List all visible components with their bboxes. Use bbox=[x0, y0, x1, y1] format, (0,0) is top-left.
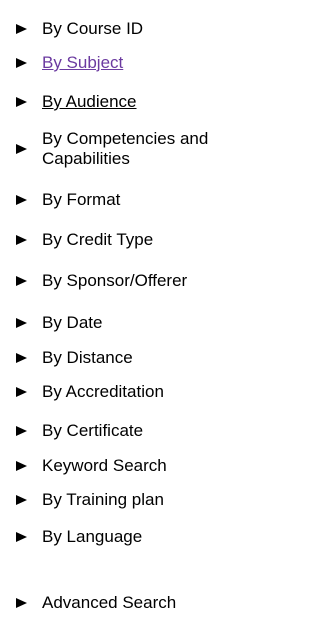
menu-item-label: By Training plan bbox=[42, 490, 164, 509]
menu-item-by-training-plan[interactable]: By Training plan bbox=[16, 490, 164, 510]
menu-item-by-credit-type[interactable]: By Credit Type bbox=[16, 230, 153, 250]
menu-item-label: By Subject bbox=[42, 53, 124, 72]
menu-item-by-course-id[interactable]: By Course ID bbox=[16, 19, 143, 39]
menu-item-by-audience[interactable]: By Audience bbox=[16, 92, 137, 112]
menu-item-label: By Competencies and Capabilities bbox=[42, 129, 209, 168]
menu-item-label: By Date bbox=[42, 313, 103, 332]
menu-item-label: By Sponsor/Offerer bbox=[42, 271, 188, 290]
menu-item-by-accreditation[interactable]: By Accreditation bbox=[16, 382, 164, 402]
right-arrow-icon bbox=[16, 235, 27, 245]
right-arrow-icon bbox=[16, 195, 27, 205]
menu-item-by-date[interactable]: By Date bbox=[16, 313, 102, 333]
menu-item-label: By Audience bbox=[42, 92, 137, 111]
right-arrow-icon bbox=[16, 318, 27, 328]
menu-item-label: Keyword Search bbox=[42, 456, 167, 475]
menu-item-label: By Language bbox=[42, 527, 143, 546]
menu-item-by-language[interactable]: By Language bbox=[16, 527, 142, 547]
right-arrow-icon bbox=[16, 97, 27, 107]
menu-item-by-format[interactable]: By Format bbox=[16, 190, 120, 210]
right-arrow-icon bbox=[16, 387, 27, 397]
menu-item-advanced-search[interactable]: Advanced Search bbox=[16, 593, 176, 613]
menu-item-keyword-search[interactable]: Keyword Search bbox=[16, 456, 167, 476]
menu-item-label: By Course ID bbox=[42, 19, 144, 38]
menu-item-label: By Distance bbox=[42, 348, 133, 367]
menu-item-label: By Certificate bbox=[42, 421, 144, 440]
right-arrow-icon bbox=[16, 58, 27, 68]
menu-item-by-sponsor-offerer[interactable]: By Sponsor/Offerer bbox=[16, 271, 187, 291]
search-options-menu: By Course ID By Subject By Audience By C… bbox=[0, 0, 298, 629]
right-arrow-icon bbox=[16, 426, 27, 436]
menu-item-label: By Format bbox=[42, 190, 121, 209]
menu-item-by-competencies-and-capabilities[interactable]: By Competencies and Capabilities bbox=[16, 129, 282, 169]
right-arrow-icon bbox=[16, 495, 27, 505]
right-arrow-icon bbox=[16, 144, 27, 154]
menu-item-by-certificate[interactable]: By Certificate bbox=[16, 421, 143, 441]
right-arrow-icon bbox=[16, 461, 27, 471]
right-arrow-icon bbox=[16, 532, 27, 542]
menu-item-label: By Accreditation bbox=[42, 382, 164, 401]
right-arrow-icon bbox=[16, 276, 27, 286]
menu-item-label: Advanced Search bbox=[42, 593, 177, 612]
menu-item-label: By Credit Type bbox=[42, 230, 154, 249]
right-arrow-icon bbox=[16, 598, 27, 608]
right-arrow-icon bbox=[16, 353, 27, 363]
menu-item-by-distance[interactable]: By Distance bbox=[16, 348, 133, 368]
menu-item-by-subject[interactable]: By Subject bbox=[16, 53, 123, 73]
right-arrow-icon bbox=[16, 24, 27, 34]
